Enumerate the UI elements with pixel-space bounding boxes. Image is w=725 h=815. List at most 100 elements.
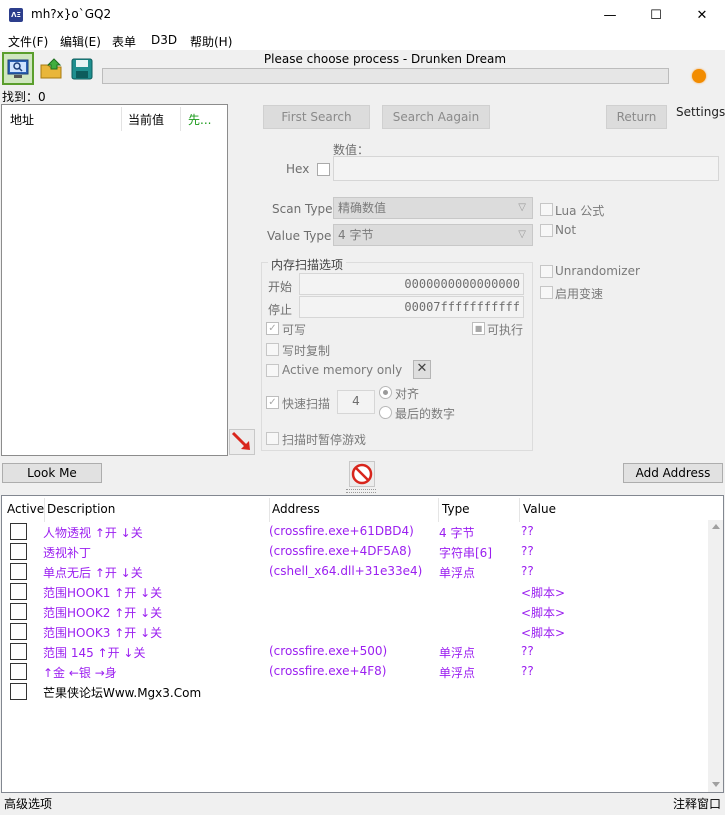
found-value: 0 bbox=[38, 90, 46, 104]
column-divider bbox=[121, 107, 122, 131]
column-description[interactable]: Description bbox=[47, 502, 115, 516]
writable-checkbox[interactable]: ✓ bbox=[266, 322, 279, 335]
row-type: 4 字节 bbox=[439, 526, 475, 540]
copy-on-write-checkbox[interactable] bbox=[266, 343, 279, 356]
fast-scan-label: 快速扫描 bbox=[282, 397, 331, 411]
value-type-select[interactable]: 4 字节 ▽ bbox=[333, 224, 533, 246]
settings-link[interactable]: Settings bbox=[676, 105, 725, 119]
active-checkbox[interactable] bbox=[10, 643, 27, 660]
row-address: (crossfire.exe+61DBD4) bbox=[269, 524, 414, 538]
active-checkbox[interactable] bbox=[10, 523, 27, 540]
table-row[interactable]: ↑金 ←银 →身 (crossfire.exe+4F8) 单浮点 ?? bbox=[2, 660, 712, 680]
chevron-down-icon: ▽ bbox=[518, 229, 526, 240]
fast-scan-checkbox[interactable]: ✓ bbox=[266, 396, 279, 409]
open-process-button[interactable] bbox=[2, 52, 34, 85]
first-search-button[interactable]: First Search bbox=[263, 105, 370, 129]
scan-type-value: 精确数值 bbox=[338, 201, 387, 215]
stop-address-input[interactable]: 00007fffffffffff bbox=[299, 296, 524, 318]
scroll-up-icon[interactable] bbox=[712, 524, 720, 529]
active-checkbox[interactable] bbox=[10, 583, 27, 600]
active-checkbox[interactable] bbox=[10, 683, 27, 700]
last-digits-radio[interactable] bbox=[379, 406, 392, 419]
unrandomizer-checkbox[interactable] bbox=[540, 265, 553, 278]
hex-checkbox[interactable] bbox=[317, 163, 330, 176]
menu-d3d[interactable]: D3D bbox=[151, 33, 177, 47]
row-value: ?? bbox=[521, 564, 534, 578]
row-value: <脚本> bbox=[521, 606, 566, 620]
executable-checkbox[interactable]: ■ bbox=[472, 322, 485, 335]
app-icon: ΛΞ bbox=[9, 8, 23, 22]
alignment-label: 对齐 bbox=[395, 387, 420, 401]
close-icon[interactable]: ✕ bbox=[679, 0, 725, 30]
speedhack-checkbox[interactable] bbox=[540, 286, 553, 299]
row-address: (crossfire.exe+4F8) bbox=[269, 664, 387, 678]
table-row[interactable]: 人物透视 ↑开 ↓关 (crossfire.exe+61DBD4) 4 字节 ?… bbox=[2, 520, 712, 540]
not-checkbox[interactable] bbox=[540, 224, 553, 237]
address-table[interactable]: Active Description Address Type Value 人物… bbox=[1, 495, 724, 793]
alignment-radio[interactable] bbox=[379, 386, 392, 399]
active-checkbox[interactable] bbox=[10, 603, 27, 620]
start-address-input[interactable]: 0000000000000000 bbox=[299, 273, 524, 295]
add-to-list-button[interactable] bbox=[229, 429, 255, 455]
save-button[interactable] bbox=[66, 52, 98, 85]
column-current-value[interactable]: 当前值 bbox=[128, 111, 164, 128]
column-divider bbox=[438, 498, 439, 522]
row-description: 范围HOOK3 ↑开 ↓关 bbox=[43, 626, 163, 640]
table-row[interactable]: 透视补丁 (crossfire.exe+4DF5A8) 字符串[6] ?? bbox=[2, 540, 712, 560]
look-me-button[interactable]: Look Me bbox=[2, 463, 102, 483]
minimize-icon[interactable]: — bbox=[587, 0, 633, 30]
active-checkbox[interactable] bbox=[10, 563, 27, 580]
table-row[interactable]: 范围HOOK1 ↑开 ↓关 <脚本> bbox=[2, 580, 712, 600]
table-row[interactable]: 芒果侠论坛Www.Mgx3.Com bbox=[2, 680, 712, 700]
active-checkbox[interactable] bbox=[10, 543, 27, 560]
column-address[interactable]: 地址 bbox=[10, 111, 34, 128]
table-row[interactable]: 范围 145 ↑开 ↓关 (crossfire.exe+500) 单浮点 ?? bbox=[2, 640, 712, 660]
scan-type-select[interactable]: 精确数值 ▽ bbox=[333, 197, 533, 219]
results-list[interactable]: 地址 当前值 先... bbox=[1, 104, 228, 456]
row-type: 单浮点 bbox=[439, 566, 476, 580]
column-active[interactable]: Active bbox=[7, 502, 44, 516]
maximize-icon[interactable]: ☐ bbox=[633, 0, 679, 30]
column-divider bbox=[180, 107, 181, 131]
row-description: 透视补丁 bbox=[43, 546, 92, 560]
table-row[interactable]: 范围HOOK3 ↑开 ↓关 <脚本> bbox=[2, 620, 712, 640]
pause-game-checkbox[interactable] bbox=[266, 432, 279, 445]
scan-type-label: Scan Type bbox=[272, 202, 333, 216]
active-memory-checkbox[interactable] bbox=[266, 364, 279, 377]
writable-label: 可写 bbox=[282, 323, 307, 337]
menu-file[interactable]: 文件(F) bbox=[8, 33, 48, 50]
open-file-button[interactable] bbox=[36, 52, 68, 85]
splitter-handle[interactable] bbox=[346, 489, 376, 493]
column-type[interactable]: Type bbox=[442, 502, 470, 516]
computer-icon bbox=[7, 59, 29, 78]
table-row[interactable]: 单点无后 ↑开 ↓关 (cshell_x64.dll+31e33e4) 单浮点 … bbox=[2, 560, 712, 580]
fast-scan-value-input[interactable]: 4 bbox=[337, 390, 375, 414]
column-previous-value[interactable]: 先... bbox=[188, 111, 211, 128]
pause-game-label: 扫描时暂停游戏 bbox=[282, 433, 367, 447]
comments-window-link[interactable]: 注释窗口 bbox=[673, 795, 721, 812]
column-value[interactable]: Value bbox=[523, 502, 556, 516]
row-value: ?? bbox=[521, 664, 534, 678]
last-digits-label: 最后的数字 bbox=[395, 407, 456, 421]
stop-button[interactable] bbox=[349, 461, 375, 487]
advanced-options-link[interactable]: 高级选项 bbox=[4, 795, 52, 812]
found-count: 找到：0 bbox=[2, 88, 46, 105]
value-input[interactable] bbox=[333, 156, 719, 181]
clear-icon[interactable]: ✕ bbox=[413, 360, 431, 379]
return-button[interactable]: Return bbox=[606, 105, 667, 129]
add-address-button[interactable]: Add Address bbox=[623, 463, 723, 483]
menu-table[interactable]: 表单 bbox=[112, 33, 136, 50]
hex-label: Hex bbox=[286, 162, 310, 176]
row-value: ?? bbox=[521, 544, 534, 558]
row-type: 单浮点 bbox=[439, 646, 476, 660]
vertical-scrollbar[interactable] bbox=[708, 520, 723, 792]
active-checkbox[interactable] bbox=[10, 663, 27, 680]
menu-help[interactable]: 帮助(H) bbox=[190, 33, 232, 50]
active-checkbox[interactable] bbox=[10, 623, 27, 640]
scroll-down-icon[interactable] bbox=[712, 782, 720, 787]
table-row[interactable]: 范围HOOK2 ↑开 ↓关 <脚本> bbox=[2, 600, 712, 620]
menu-edit[interactable]: 编辑(E) bbox=[60, 33, 101, 50]
lua-formula-checkbox[interactable] bbox=[540, 203, 553, 216]
search-again-button[interactable]: Search Aagain bbox=[382, 105, 490, 129]
column-address[interactable]: Address bbox=[272, 502, 320, 516]
